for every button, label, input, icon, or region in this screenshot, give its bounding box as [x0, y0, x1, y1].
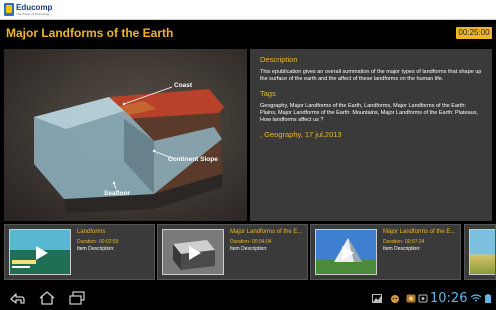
card-duration: Duration- 00:07:24: [383, 239, 425, 245]
card-description-label: Item Description:: [383, 246, 421, 252]
battery-icon: [485, 294, 491, 303]
play-icon[interactable]: [185, 244, 203, 262]
card-duration: Duration- 00:02:59: [77, 239, 119, 245]
card-title: Major Landforms of the E...: [383, 229, 456, 235]
related-video-card[interactable]: Major Landforms of the E... Duration- 00…: [157, 224, 308, 280]
card-description-label: Item Description:: [230, 246, 268, 252]
play-icon[interactable]: [338, 244, 356, 262]
home-icon[interactable]: [38, 290, 56, 306]
continent-slope-label: Continent Slope: [168, 156, 218, 163]
logo-icon: [4, 3, 14, 16]
page-title: Major Landforms of the Earth: [6, 26, 174, 40]
app-name: Educomp: [16, 3, 53, 12]
main-content: Coast Continent Slope Seafloor Descripti…: [4, 49, 492, 221]
tags-heading: Tags: [260, 89, 276, 98]
cat-app-icon: [391, 295, 399, 303]
recent-apps-icon[interactable]: [68, 290, 86, 306]
play-icon[interactable]: [32, 244, 50, 262]
card-duration: Duration- 00:04:04: [230, 239, 272, 245]
app-notification-icon: [406, 294, 416, 303]
related-video-card[interactable]: Landforms Duration- 00:02:59 Item Descri…: [4, 224, 155, 280]
back-icon[interactable]: [8, 290, 26, 306]
details-panel: Description This epublication gives an o…: [250, 49, 492, 221]
related-video-card-partial[interactable]: [464, 224, 496, 280]
app-tagline: The Power of Technology: [16, 12, 50, 16]
title-bar: Major Landforms of the Earth 00:25:00: [0, 21, 496, 46]
video-preview[interactable]: Coast Continent Slope Seafloor: [4, 49, 247, 221]
related-video-card[interactable]: Major Landforms of the E... Duration- 00…: [310, 224, 461, 280]
card-description-label: Item Description:: [77, 246, 115, 252]
related-videos-strip: Landforms Duration- 00:02:59 Item Descri…: [0, 224, 496, 282]
seafloor-label: Seafloor: [104, 190, 131, 197]
screen: Educomp The Power of Technology Major La…: [0, 0, 496, 310]
video-thumbnail[interactable]: [162, 229, 224, 275]
category-date: , Geography, 17 jul,2013: [260, 130, 342, 139]
card-title: Major Landforms of the E...: [230, 229, 303, 235]
notification-icon: [418, 294, 428, 303]
video-thumbnail[interactable]: [315, 229, 377, 275]
gallery-icon: [372, 294, 382, 303]
video-thumbnail[interactable]: [9, 229, 71, 275]
description-text: This epublication gives an overall summa…: [260, 69, 482, 82]
status-clock: 10:26: [430, 291, 468, 306]
description-heading: Description: [260, 55, 298, 64]
tags-text: Geography, Major Landforms of the Earth,…: [260, 103, 478, 123]
system-nav-bar: 10:26: [0, 286, 496, 310]
duration-badge: 00:25:00: [456, 27, 492, 39]
app-logo: Educomp The Power of Technology: [4, 3, 52, 17]
wifi-icon: [470, 294, 482, 302]
card-title: Landforms: [77, 229, 106, 235]
app-bar: Educomp The Power of Technology: [0, 0, 496, 20]
coast-label: Coast: [174, 82, 193, 89]
